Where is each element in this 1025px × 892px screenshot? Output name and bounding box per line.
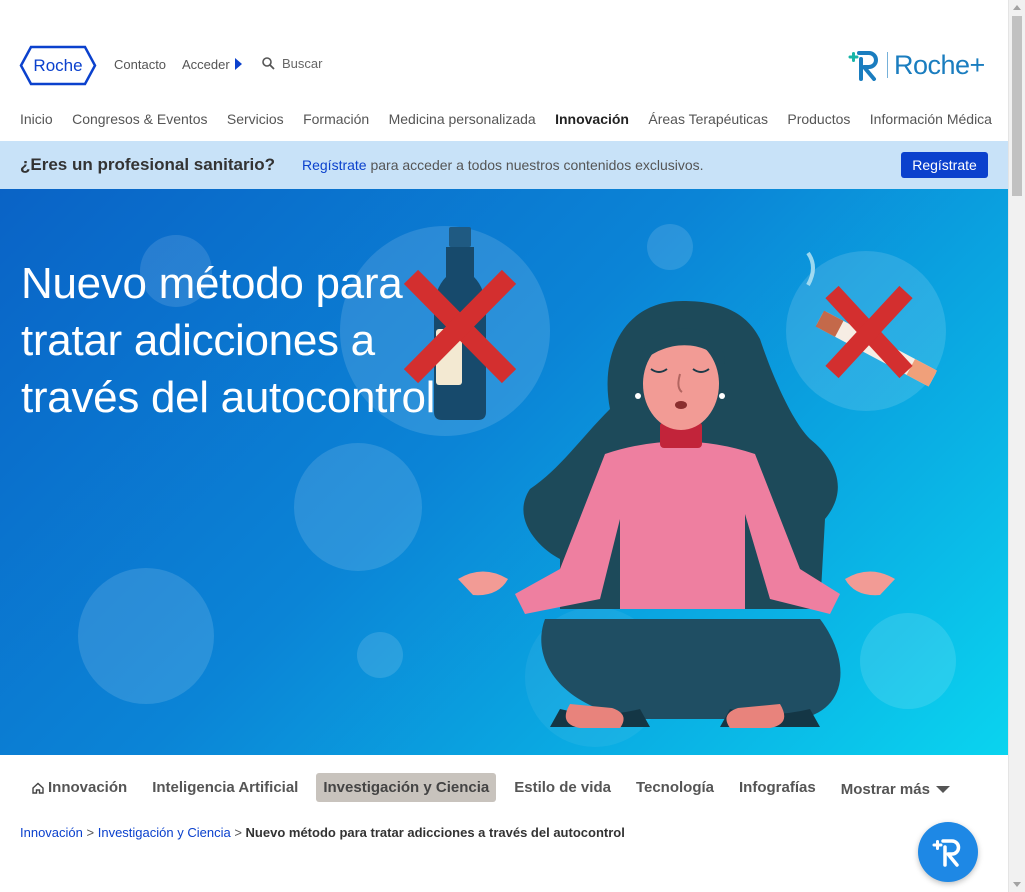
breadcrumb: Innovación > Investigación y Ciencia > N… [20, 825, 625, 840]
logo-divider [887, 52, 888, 78]
page: Roche Contacto Acceder Buscar Roche+ Ini… [0, 0, 1008, 892]
subnav-item-investigacion-ciencia[interactable]: Investigación y Ciencia [316, 773, 497, 802]
roche-logo-text: Roche [33, 56, 82, 75]
banner-register-link[interactable]: Regístrate [302, 157, 367, 173]
search-trigger[interactable]: Buscar [262, 56, 322, 71]
subnav-item-label: Innovación [48, 779, 128, 796]
nav-item-areas-terapeuticas[interactable]: Áreas Terapéuticas [648, 111, 768, 127]
login-label: Acceder [182, 57, 230, 72]
section-subnav: Innovación Inteligencia Artificial Inves… [32, 773, 950, 802]
breadcrumb-current: Nuevo método para tratar adicciones a tr… [245, 825, 625, 840]
vertical-scrollbar[interactable] [1008, 0, 1025, 892]
banner-message-text: para acceder a todos nuestros contenidos… [366, 157, 704, 173]
roche-plus-logo[interactable]: Roche+ [847, 49, 985, 81]
subnav-item-infografias[interactable]: Infografías [739, 773, 816, 802]
roche-plus-fab[interactable] [918, 822, 978, 882]
hero-title: Nuevo método para tratar adicciones a tr… [21, 259, 436, 422]
show-more-button[interactable]: Mostrar más [841, 781, 950, 798]
hero-image: Nuevo método para tratar adicciones a tr… [0, 189, 1008, 755]
nav-item-informacion-medica[interactable]: Información Médica [870, 111, 992, 127]
nav-item-servicios[interactable]: Servicios [227, 111, 284, 127]
breadcrumb-item-innovacion[interactable]: Innovación [20, 825, 83, 840]
register-button[interactable]: Regístrate [901, 152, 988, 178]
login-link[interactable]: Acceder [182, 57, 242, 72]
main-nav: Inicio Congresos & Eventos Servicios For… [20, 111, 992, 127]
search-placeholder: Buscar [282, 56, 323, 71]
nav-item-formacion[interactable]: Formación [303, 111, 369, 127]
home-icon [32, 782, 44, 794]
scrollbar-thumb[interactable] [1012, 16, 1022, 196]
subnav-item-innovacion[interactable]: Innovación [32, 773, 127, 802]
banner-question: ¿Eres un profesional sanitario? [20, 155, 276, 174]
nav-item-congresos[interactable]: Congresos & Eventos [72, 111, 207, 127]
scroll-up-icon[interactable] [1013, 5, 1021, 10]
breadcrumb-separator: > [234, 825, 242, 840]
chevron-down-icon [935, 785, 950, 793]
banner-message: Regístrate para acceder a todos nuestros… [302, 157, 704, 173]
nav-item-innovacion[interactable]: Innovación [555, 111, 629, 127]
caret-right-icon [234, 58, 242, 70]
breadcrumb-separator: > [86, 825, 95, 840]
search-icon [262, 57, 275, 70]
scroll-down-icon[interactable] [1013, 882, 1021, 887]
subnav-item-inteligencia-artificial[interactable]: Inteligencia Artificial [152, 773, 298, 802]
register-banner: ¿Eres un profesional sanitario? Regístra… [0, 141, 1008, 189]
roche-plus-r-icon [848, 51, 878, 81]
roche-logo[interactable]: Roche [19, 45, 97, 86]
nav-item-inicio[interactable]: Inicio [20, 111, 53, 127]
breadcrumb-item-investigacion[interactable]: Investigación y Ciencia [98, 825, 231, 840]
subnav-item-tecnologia[interactable]: Tecnología [636, 773, 714, 802]
show-more-label: Mostrar más [840, 780, 930, 798]
nav-item-productos[interactable]: Productos [787, 111, 850, 127]
nav-item-medicina-personalizada[interactable]: Medicina personalizada [389, 111, 536, 127]
roche-plus-text: Roche+ [894, 49, 985, 80]
roche-plus-r-icon [932, 839, 961, 867]
subnav-item-estilo-de-vida[interactable]: Estilo de vida [514, 773, 611, 802]
contact-link[interactable]: Contacto [114, 57, 166, 72]
